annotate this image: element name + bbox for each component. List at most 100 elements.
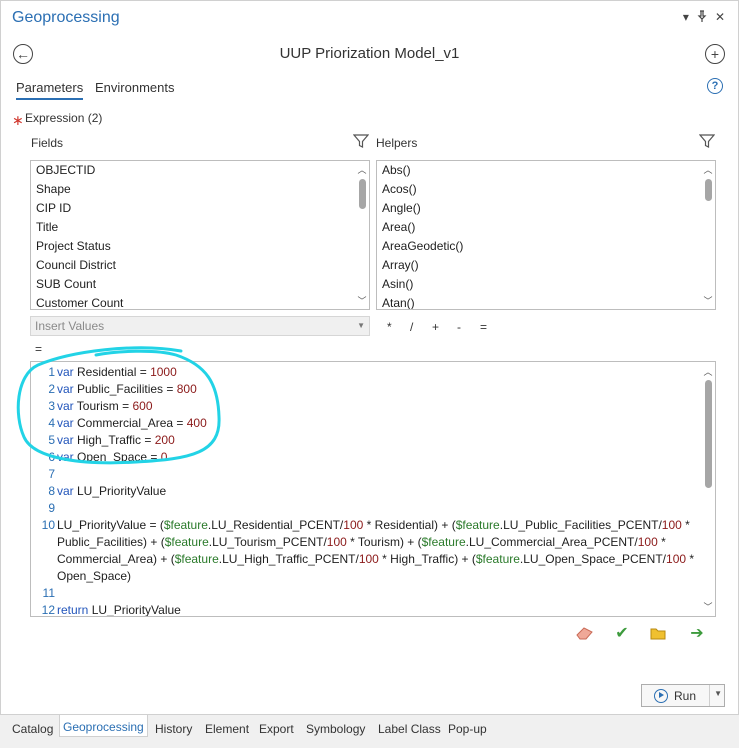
- field-item[interactable]: CIP ID: [31, 199, 369, 218]
- operator-assign-button[interactable]: =: [35, 342, 42, 356]
- fields-filter-icon[interactable]: [352, 133, 370, 149]
- chevron-up-icon[interactable]: ︿: [701, 365, 715, 378]
- code-line[interactable]: Commercial_Area) + ($feature.LU_High_Tra…: [31, 551, 694, 568]
- helper-item[interactable]: Angle(): [377, 199, 715, 218]
- save-arrow-icon[interactable]: ➔: [687, 626, 707, 642]
- tab-popup[interactable]: Pop-up: [445, 719, 490, 739]
- code-line[interactable]: 1 var Residential = 1000: [31, 364, 176, 381]
- helper-item[interactable]: Asin(): [377, 275, 715, 294]
- eraser-icon[interactable]: [575, 626, 595, 642]
- code-token: var: [57, 484, 74, 498]
- tab-element[interactable]: Element: [202, 719, 252, 739]
- scroll-thumb[interactable]: [705, 380, 712, 488]
- code-token: Residential =: [73, 365, 151, 379]
- code-token: 100: [343, 518, 364, 532]
- code-line[interactable]: 11: [31, 585, 57, 602]
- code-line[interactable]: 8 var LU_PriorityValue: [31, 483, 166, 500]
- helper-item[interactable]: AreaGeodetic(): [377, 237, 715, 256]
- fields-scrollbar[interactable]: ︿ ﹀: [355, 161, 369, 309]
- code-line[interactable]: Open_Space): [31, 568, 131, 585]
- chevron-up-icon[interactable]: ︿: [701, 163, 715, 176]
- helpers-filter-icon[interactable]: [698, 133, 716, 149]
- code-token: *: [681, 518, 690, 532]
- helper-item[interactable]: Area(): [377, 218, 715, 237]
- code-line[interactable]: 3 var Tourism = 600: [31, 398, 152, 415]
- required-marker-icon: ∗: [12, 112, 24, 128]
- code-token: 100: [637, 535, 658, 549]
- expression-editor[interactable]: 1 var Residential = 1000 2 var Public_Facil…: [30, 361, 716, 617]
- field-item[interactable]: Shape: [31, 180, 369, 199]
- tab-symbology[interactable]: Symbology: [303, 719, 368, 739]
- code-token: var: [57, 450, 74, 464]
- operator-minus-button[interactable]: -: [457, 320, 461, 334]
- code-token: 200: [154, 433, 175, 447]
- close-icon[interactable]: ✕: [715, 10, 725, 25]
- code-token: var: [57, 365, 74, 379]
- code-token: * High_Traffic) + (: [378, 552, 476, 566]
- field-item[interactable]: Council District: [31, 256, 369, 275]
- code-token: $feature: [455, 518, 500, 532]
- operator-equals-button[interactable]: =: [480, 320, 487, 334]
- tab-parameters[interactable]: Parameters: [16, 80, 84, 100]
- operator-plus-button[interactable]: +: [432, 320, 439, 334]
- code-line[interactable]: 6 var Open_Space = 0: [31, 449, 167, 466]
- code-token: LU_PriorityValue = (: [57, 518, 164, 532]
- options-dropdown-icon[interactable]: ▾: [683, 10, 689, 25]
- field-item[interactable]: Title: [31, 218, 369, 237]
- tab-catalog[interactable]: Catalog: [9, 719, 56, 739]
- scroll-thumb[interactable]: [705, 179, 712, 201]
- operator-multiply-button[interactable]: *: [387, 320, 392, 334]
- field-item[interactable]: SUB Count: [31, 275, 369, 294]
- fields-list[interactable]: OBJECTID Shape CIP ID Title Project Stat…: [30, 160, 370, 310]
- helpers-list[interactable]: Abs() Acos() Angle() Area() AreaGeodetic…: [376, 160, 716, 310]
- field-item[interactable]: Customer Count: [31, 294, 369, 309]
- code-token: Open_Space): [57, 569, 132, 583]
- helpers-scrollbar[interactable]: ︿ ﹀: [701, 161, 715, 309]
- field-item[interactable]: OBJECTID: [31, 161, 369, 180]
- helper-item[interactable]: Array(): [377, 256, 715, 275]
- code-token: return: [57, 603, 89, 617]
- chevron-down-icon[interactable]: ﹀: [701, 294, 715, 307]
- code-line[interactable]: Public_Facilities) + ($feature.LU_Touris…: [31, 534, 666, 551]
- editor-scrollbar[interactable]: ︿ ﹀: [701, 362, 715, 616]
- insert-values-dropdown[interactable]: Insert Values ▼: [30, 316, 370, 336]
- helper-item[interactable]: Atan(): [377, 294, 715, 309]
- chevron-down-icon: ▼: [357, 321, 365, 330]
- code-token: * Tourism) + (: [346, 535, 422, 549]
- code-line[interactable]: 12 return LU_PriorityValue: [31, 602, 181, 617]
- code-line[interactable]: 4 var Commercial_Area = 400: [31, 415, 206, 432]
- code-line[interactable]: 10 LU_PriorityValue = ($feature.LU_Reside…: [31, 517, 690, 534]
- scroll-thumb[interactable]: [359, 179, 366, 209]
- run-split-divider: [709, 685, 710, 706]
- helper-item[interactable]: Abs(): [377, 161, 715, 180]
- run-button[interactable]: Run ▼: [641, 684, 725, 707]
- tab-export[interactable]: Export: [256, 719, 297, 739]
- code-line[interactable]: 2 var Public_Facilities = 800: [31, 381, 196, 398]
- code-token: $feature: [174, 552, 219, 566]
- line-number: 9: [48, 501, 55, 515]
- operator-divide-button[interactable]: /: [410, 320, 413, 334]
- chevron-down-icon[interactable]: ▼: [714, 689, 722, 698]
- chevron-up-icon[interactable]: ︿: [355, 163, 369, 176]
- pin-icon[interactable]: [697, 10, 707, 25]
- tab-label-class[interactable]: Label Class: [375, 719, 444, 739]
- code-line[interactable]: 7: [31, 466, 57, 483]
- tab-geoprocessing[interactable]: Geoprocessing: [59, 715, 148, 737]
- tab-history[interactable]: History: [152, 719, 195, 739]
- verify-check-icon[interactable]: ✔: [612, 626, 632, 642]
- line-number: 8: [48, 484, 55, 498]
- tab-environments[interactable]: Environments: [95, 80, 174, 98]
- line-number: 2: [48, 382, 55, 396]
- open-folder-icon[interactable]: [649, 626, 669, 642]
- code-line[interactable]: 5 var High_Traffic = 200: [31, 432, 175, 449]
- code-line[interactable]: 9: [31, 500, 57, 517]
- field-item[interactable]: Project Status: [31, 237, 369, 256]
- chevron-down-icon[interactable]: ﹀: [701, 600, 715, 613]
- help-icon[interactable]: ?: [707, 78, 723, 94]
- chevron-down-icon[interactable]: ﹀: [355, 294, 369, 307]
- helper-item[interactable]: Acos(): [377, 180, 715, 199]
- line-number: 1: [48, 365, 55, 379]
- code-token: Commercial_Area) + (: [57, 552, 175, 566]
- add-to-favorites-button[interactable]: +: [705, 44, 725, 64]
- expression-label[interactable]: Expression (2): [25, 111, 102, 125]
